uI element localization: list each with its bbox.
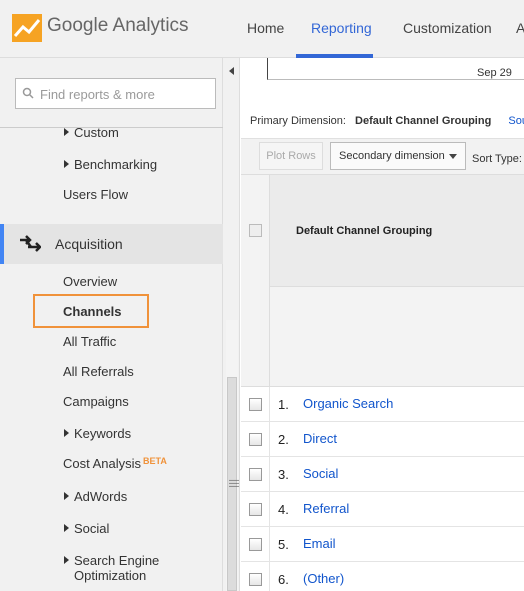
- sidebar-item-seo[interactable]: Search Engine Optimization: [64, 553, 159, 583]
- nav-admin[interactable]: A: [516, 20, 524, 36]
- primary-dimension-source-link[interactable]: Sou: [508, 115, 524, 127]
- chevron-down-icon: [449, 154, 457, 159]
- table-row: 6. (Other): [241, 562, 524, 591]
- sidebar-item-cost-analysis[interactable]: Cost Analysis BETA: [63, 456, 167, 471]
- sidebar-item-acquisition: Acquisition: [55, 236, 123, 252]
- row-channel-link[interactable]: Direct: [303, 431, 337, 446]
- primary-dimension-value[interactable]: Default Channel Grouping: [355, 115, 491, 127]
- sidebar-item-label: Cost Analysis: [63, 456, 142, 471]
- collapse-left-icon[interactable]: [229, 67, 234, 75]
- table-row: 3. Social: [241, 457, 524, 492]
- primary-dimension: Primary Dimension: Default Channel Group…: [250, 115, 524, 127]
- sidebar-item-label: Social: [74, 521, 110, 536]
- scroll-grip-icon: — — —: [229, 475, 239, 492]
- active-section-indicator: [0, 224, 4, 264]
- sidebar-item-campaigns[interactable]: Campaigns: [63, 394, 129, 409]
- sidebar-item-all-referrals[interactable]: All Referrals: [63, 364, 134, 379]
- sidebar-item-label: Search Engine: [74, 553, 160, 568]
- row-index: 4.: [278, 502, 289, 517]
- primary-dimension-label: Primary Dimension:: [250, 115, 346, 127]
- google-analytics-logo-icon[interactable]: [12, 14, 42, 42]
- row-checkbox[interactable]: [249, 468, 262, 481]
- caret-right-icon: [64, 160, 69, 168]
- main-content: Sep 29 Primary Dimension: Default Channe…: [241, 58, 524, 591]
- plot-rows-button[interactable]: Plot Rows: [259, 142, 323, 170]
- sidebar-item-benchmarking[interactable]: Benchmarking: [64, 157, 157, 172]
- top-bar: Google Analytics Home Reporting Customiz…: [0, 0, 524, 58]
- row-checkbox[interactable]: [249, 433, 262, 446]
- search-box[interactable]: [15, 78, 216, 109]
- sidebar-item-users-flow[interactable]: Users Flow: [63, 187, 128, 202]
- row-channel-link[interactable]: Social: [303, 466, 338, 481]
- nav-reporting[interactable]: Reporting: [311, 20, 372, 36]
- caret-right-icon: [64, 556, 69, 564]
- brand-product: Analytics: [112, 15, 189, 36]
- row-channel-link[interactable]: (Other): [303, 571, 344, 586]
- sidebar-item-keywords[interactable]: Keywords: [64, 426, 131, 441]
- sidebar-section-acquisition[interactable]: Acquisition: [0, 224, 223, 264]
- row-channel-link[interactable]: Organic Search: [303, 396, 393, 411]
- sidebar-item-overview[interactable]: Overview: [63, 274, 117, 289]
- row-index: 6.: [278, 572, 289, 587]
- row-channel-link[interactable]: Referral: [303, 501, 349, 516]
- row-index: 3.: [278, 467, 289, 482]
- sidebar-item-custom[interactable]: Custom: [64, 125, 119, 140]
- sidebar-item-channels[interactable]: Channels: [63, 304, 122, 319]
- row-index: 5.: [278, 537, 289, 552]
- table-row: 2. Direct: [241, 422, 524, 457]
- sort-type-label: Sort Type:: [472, 153, 522, 165]
- search-icon: [22, 87, 34, 99]
- sidebar-item-label: Custom: [74, 125, 119, 140]
- nav-customization[interactable]: Customization: [403, 20, 492, 36]
- caret-right-icon: [64, 128, 69, 136]
- beta-badge: BETA: [143, 456, 167, 466]
- timeline-axis: Sep 29: [267, 58, 524, 80]
- row-channel-link[interactable]: Email: [303, 536, 336, 551]
- column-header-default-channel-grouping: Default Channel Grouping: [296, 225, 433, 237]
- row-index: 1.: [278, 397, 289, 412]
- sidebar: Custom Benchmarking Users Flow Acquisiti…: [0, 58, 223, 591]
- row-checkbox[interactable]: [249, 398, 262, 411]
- table-row: 4. Referral: [241, 492, 524, 527]
- row-checkbox[interactable]: [249, 538, 262, 551]
- sidebar-item-adwords[interactable]: AdWords: [64, 489, 127, 504]
- brand-name[interactable]: Google Analytics: [47, 15, 189, 37]
- table-row: 1. Organic Search: [241, 387, 524, 422]
- acquisition-arrows-icon: [20, 235, 41, 252]
- sidebar-item-label: AdWords: [74, 489, 128, 504]
- nav-home[interactable]: Home: [247, 20, 284, 36]
- sidebar-item-label: Optimization: [74, 568, 147, 583]
- caret-right-icon: [64, 492, 69, 500]
- table-toolbar: Plot Rows Secondary dimension Sort Type:: [241, 138, 524, 175]
- caret-right-icon: [64, 429, 69, 437]
- table-header: Default Channel Grouping: [241, 174, 524, 388]
- header-checkbox-column: [241, 175, 270, 388]
- header-dimension-cell[interactable]: Default Channel Grouping: [270, 175, 524, 287]
- row-checkbox[interactable]: [249, 503, 262, 516]
- sidebar-item-label: Keywords: [74, 426, 132, 441]
- table-row: 5. Email: [241, 527, 524, 562]
- search-input[interactable]: [40, 84, 210, 104]
- select-all-checkbox[interactable]: [249, 224, 262, 237]
- secondary-dimension-dropdown[interactable]: Secondary dimension: [330, 142, 466, 170]
- secondary-dimension-label: Secondary dimension: [339, 150, 445, 162]
- sidebar-item-label: Benchmarking: [74, 157, 158, 172]
- brand-google: Google: [47, 15, 109, 36]
- caret-right-icon: [64, 524, 69, 532]
- sidebar-item-all-traffic[interactable]: All Traffic: [63, 334, 116, 349]
- row-checkbox[interactable]: [249, 573, 262, 586]
- row-index: 2.: [278, 432, 289, 447]
- timeline-date-label: Sep 29: [477, 67, 512, 79]
- sidebar-item-social[interactable]: Social: [64, 521, 109, 536]
